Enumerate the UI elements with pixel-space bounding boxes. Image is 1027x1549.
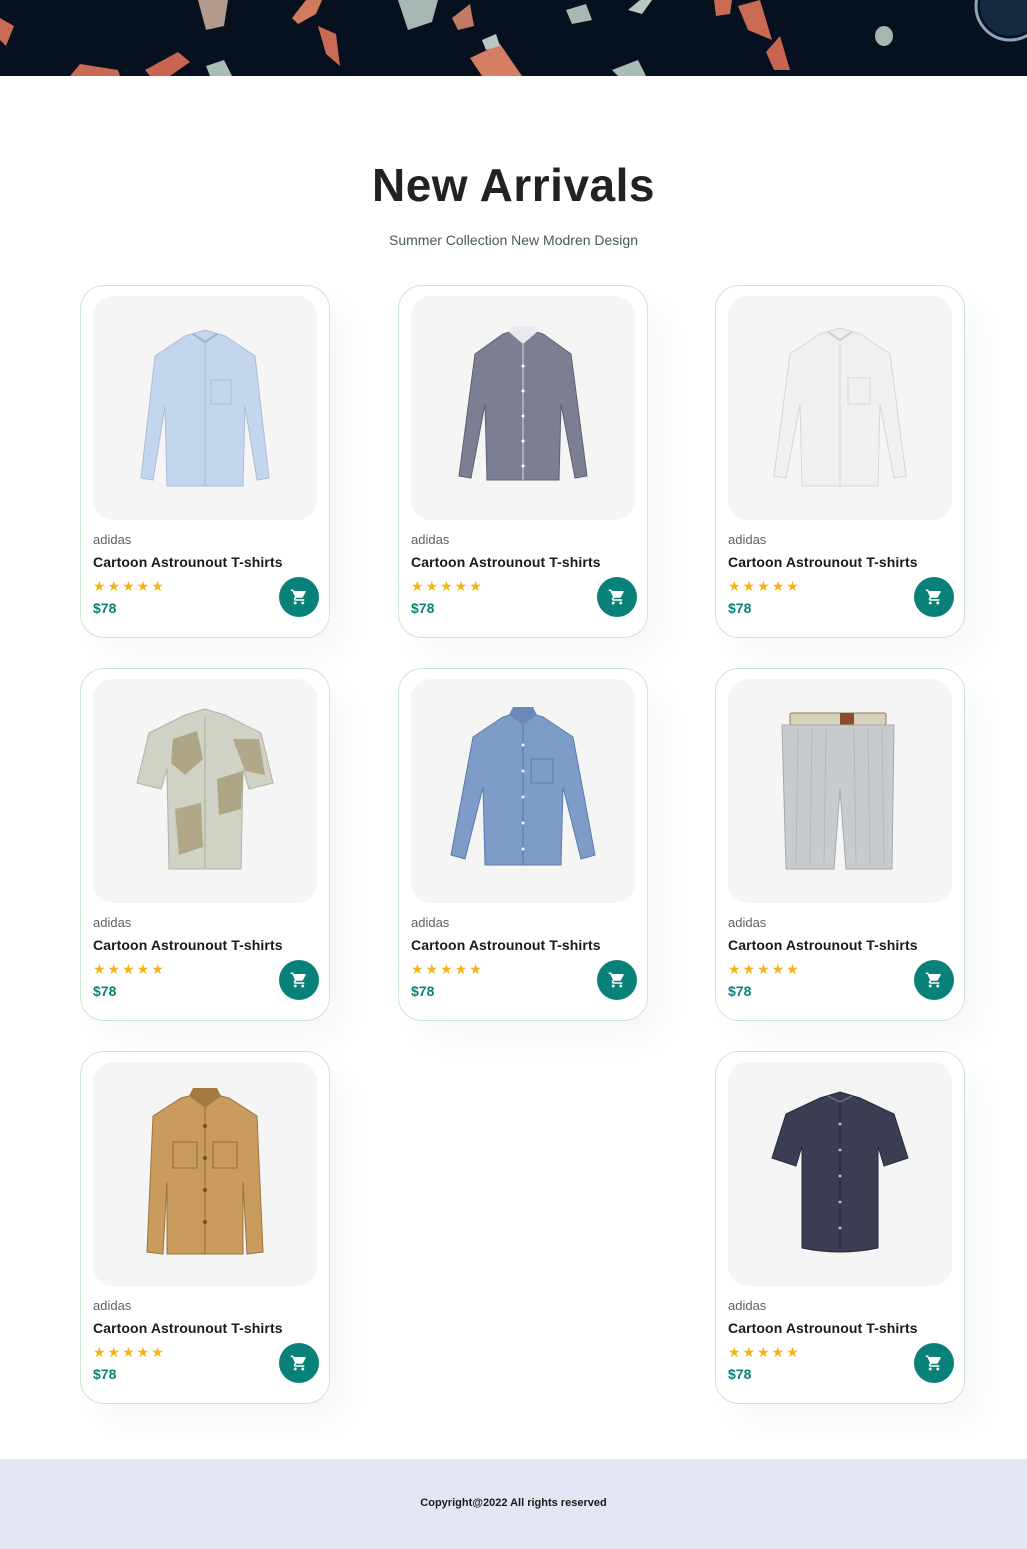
product-brand: adidas (728, 1298, 767, 1313)
add-to-cart-button[interactable] (914, 1343, 954, 1383)
product-card[interactable]: adidas Cartoon Astrounout T-shirts ★★★★★… (80, 1051, 330, 1404)
product-name[interactable]: Cartoon Astrounout T-shirts (411, 554, 601, 570)
product-price: $78 (411, 983, 435, 999)
add-to-cart-button[interactable] (279, 577, 319, 617)
product-image[interactable] (93, 296, 317, 520)
denim-shirt-image (450, 707, 596, 866)
product-card[interactable]: adidas Cartoon Astrounout T-shirts ★★★★★… (715, 1051, 965, 1404)
product-brand: adidas (93, 915, 132, 930)
add-to-cart-button[interactable] (597, 960, 637, 1000)
product-image[interactable] (411, 679, 635, 903)
product-brand: adidas (411, 915, 450, 930)
product-image[interactable] (728, 1062, 952, 1286)
printed-short-sleeve-shirt-image (136, 708, 274, 870)
star-rating: ★★★★★ (93, 1344, 166, 1360)
product-brand: adidas (411, 532, 450, 547)
star-rating: ★★★★★ (93, 578, 166, 594)
star-rating: ★★★★★ (411, 961, 484, 977)
star-rating: ★★★★★ (728, 961, 801, 977)
footer: Copyright@2022 All rights reserved (0, 1459, 1027, 1549)
product-image[interactable] (411, 296, 635, 520)
white-shirt-image (773, 327, 907, 487)
light-blue-shirt-image (140, 329, 270, 487)
product-name[interactable]: Cartoon Astrounout T-shirts (728, 554, 918, 570)
product-name[interactable]: Cartoon Astrounout T-shirts (93, 1320, 283, 1336)
product-price: $78 (728, 600, 752, 616)
product-card[interactable]: adidas Cartoon Astrounout T-shirts ★★★★★… (398, 668, 648, 1021)
cart-icon (290, 972, 306, 988)
product-brand: adidas (728, 532, 767, 547)
cart-icon (290, 589, 306, 605)
product-price: $78 (728, 1366, 752, 1382)
add-to-cart-button[interactable] (279, 960, 319, 1000)
product-grid: adidas Cartoon Astrounout T-shirts ★★★★★… (0, 0, 1027, 1549)
product-brand: adidas (93, 1298, 132, 1313)
cart-icon (925, 1355, 941, 1371)
product-image[interactable] (728, 679, 952, 903)
product-card[interactable]: adidas Cartoon Astrounout T-shirts ★★★★★… (715, 668, 965, 1021)
star-rating: ★★★★★ (411, 578, 484, 594)
product-name[interactable]: Cartoon Astrounout T-shirts (411, 937, 601, 953)
cart-icon (290, 1355, 306, 1371)
navy-short-sleeve-shirt-image (771, 1091, 909, 1253)
product-price: $78 (411, 600, 435, 616)
product-image[interactable] (93, 1062, 317, 1286)
star-rating: ★★★★★ (93, 961, 166, 977)
product-price: $78 (93, 983, 117, 999)
product-image[interactable] (728, 296, 952, 520)
product-price: $78 (93, 600, 117, 616)
cart-icon (925, 589, 941, 605)
product-price: $78 (93, 1366, 117, 1382)
cart-icon (608, 972, 624, 988)
cart-icon (608, 589, 624, 605)
add-to-cart-button[interactable] (914, 577, 954, 617)
tan-overshirt-image (146, 1088, 264, 1255)
copyright-text: Copyright@2022 All rights reserved (420, 1497, 607, 1509)
product-price: $78 (728, 983, 752, 999)
add-to-cart-button[interactable] (597, 577, 637, 617)
star-rating: ★★★★★ (728, 578, 801, 594)
product-name[interactable]: Cartoon Astrounout T-shirts (728, 937, 918, 953)
add-to-cart-button[interactable] (279, 1343, 319, 1383)
cart-icon (925, 972, 941, 988)
product-name[interactable]: Cartoon Astrounout T-shirts (728, 1320, 918, 1336)
product-image[interactable] (93, 679, 317, 903)
product-brand: adidas (93, 532, 132, 547)
product-card[interactable]: adidas Cartoon Astrounout T-shirts ★★★★★… (80, 285, 330, 638)
product-name[interactable]: Cartoon Astrounout T-shirts (93, 937, 283, 953)
add-to-cart-button[interactable] (914, 960, 954, 1000)
product-card[interactable]: adidas Cartoon Astrounout T-shirts ★★★★★… (398, 285, 648, 638)
product-card[interactable]: adidas Cartoon Astrounout T-shirts ★★★★★… (80, 668, 330, 1021)
star-rating: ★★★★★ (728, 1344, 801, 1360)
striped-shorts-image (781, 712, 895, 870)
product-card[interactable]: adidas Cartoon Astrounout T-shirts ★★★★★… (715, 285, 965, 638)
product-name[interactable]: Cartoon Astrounout T-shirts (93, 554, 283, 570)
gray-check-shirt-image (458, 326, 588, 481)
product-brand: adidas (728, 915, 767, 930)
